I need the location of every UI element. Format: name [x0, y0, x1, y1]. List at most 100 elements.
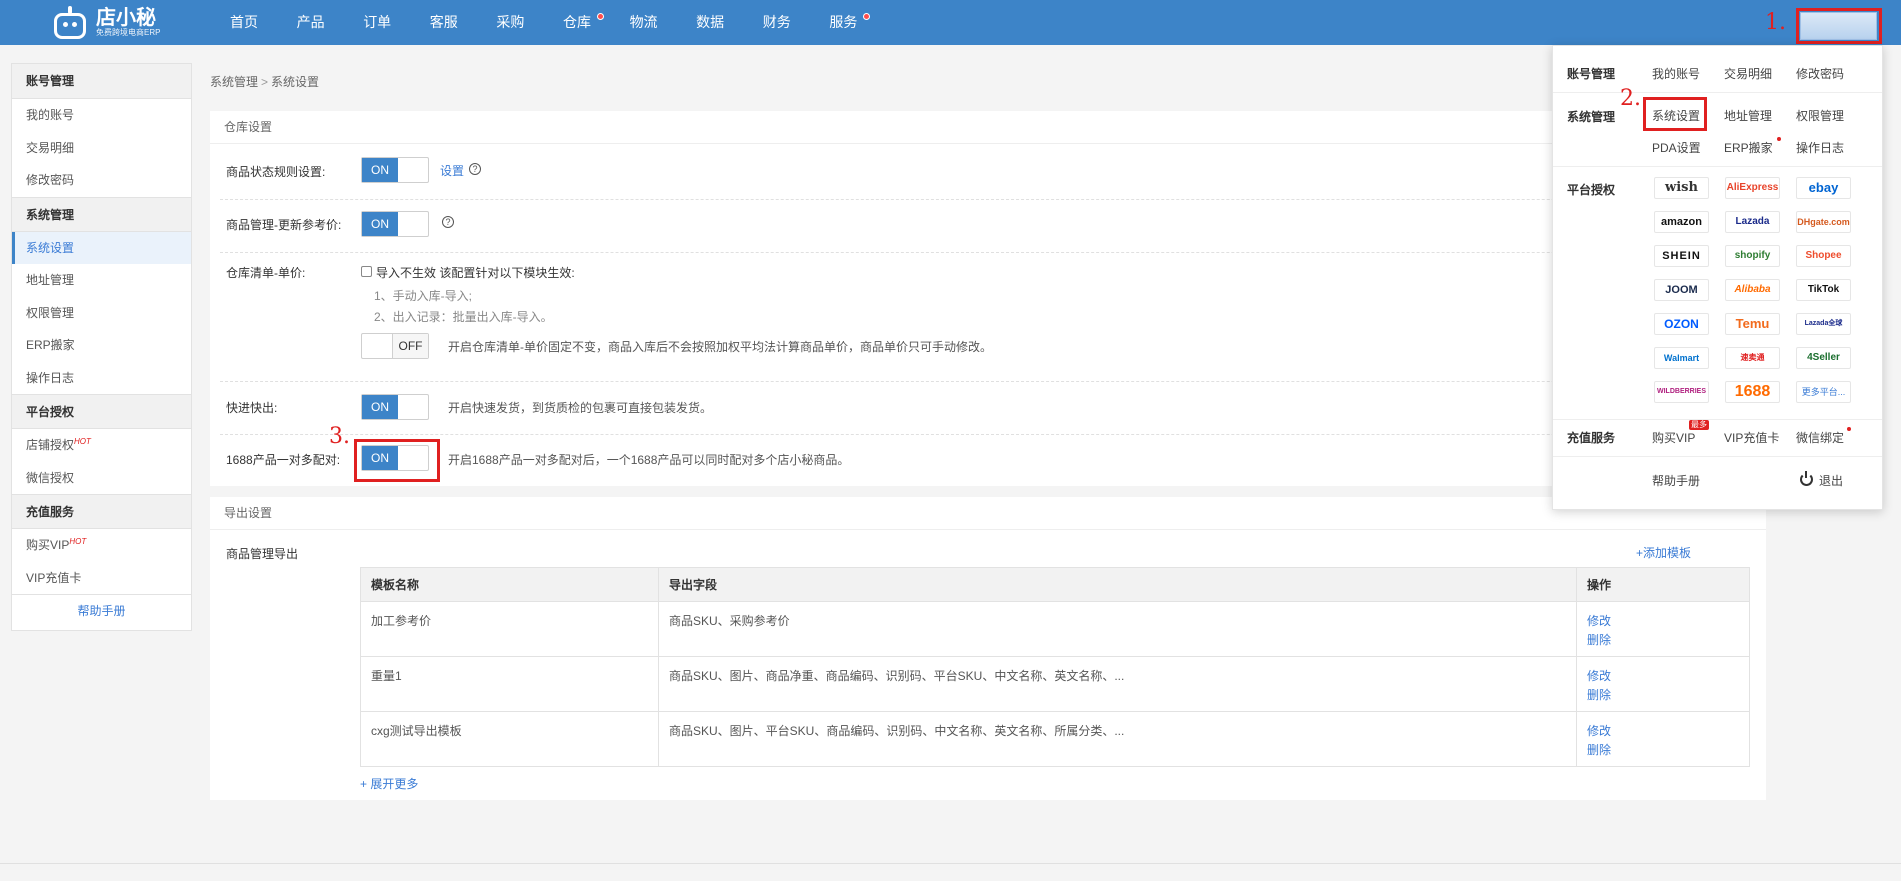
nav-home[interactable]: 首页: [230, 0, 297, 45]
dropdown-permissions[interactable]: 权限管理: [1796, 107, 1844, 124]
platform-shopify[interactable]: shopify: [1725, 245, 1780, 267]
import-not-effective-checkbox[interactable]: [361, 266, 372, 277]
delete-link[interactable]: 删除: [1587, 741, 1739, 760]
dropdown-change-password[interactable]: 修改密码: [1796, 65, 1844, 82]
dropdown-transactions[interactable]: 交易明细: [1724, 65, 1772, 82]
sidebar-group-system: 系统管理: [12, 196, 191, 232]
add-template-link[interactable]: +添加模板: [1636, 544, 1691, 561]
dropdown-pda-settings[interactable]: PDA设置: [1652, 139, 1701, 156]
platform-aliexpress[interactable]: AliExpress: [1725, 177, 1780, 199]
main-nav: 首页 产品 订单 客服 采购 仓库 物流 数据 财务 服务: [230, 0, 896, 45]
robot-logo-icon: [50, 5, 90, 41]
platform-temu[interactable]: Temu: [1725, 313, 1780, 335]
platform-shopee[interactable]: Shopee: [1796, 245, 1851, 267]
edit-link[interactable]: 修改: [1587, 667, 1739, 686]
platform-lazada[interactable]: Lazada: [1725, 211, 1780, 233]
dropdown-vip-card[interactable]: VIP充值卡: [1724, 429, 1779, 446]
sidebar-item-erp-migration[interactable]: ERP搬家: [12, 329, 191, 362]
expand-more-link[interactable]: + 展开更多: [360, 775, 418, 792]
nav-products[interactable]: 产品: [297, 0, 364, 45]
dropdown-operation-log[interactable]: 操作日志: [1796, 139, 1844, 156]
delete-link[interactable]: 删除: [1587, 631, 1739, 650]
sidebar-help-link[interactable]: 帮助手册: [12, 594, 191, 627]
settings-link[interactable]: 设置: [440, 162, 464, 179]
help-icon[interactable]: ?: [469, 163, 481, 175]
fast-in-out-switch[interactable]: ON: [361, 394, 429, 420]
platform-ebay[interactable]: ebay: [1796, 177, 1851, 199]
platform-joom[interactable]: JOOM: [1654, 279, 1709, 301]
nav-purchase[interactable]: 采购: [496, 0, 563, 45]
hot-badge: HOT: [74, 437, 91, 446]
module-note: 1、手动入库-导入;: [374, 289, 473, 303]
platform-4seller[interactable]: 4Seller: [1796, 347, 1851, 369]
help-icon[interactable]: ?: [442, 216, 454, 228]
platform-tiktok[interactable]: TikTok: [1796, 279, 1851, 301]
breadcrumb-parent[interactable]: 系统管理: [210, 75, 258, 89]
sidebar-item-permissions[interactable]: 权限管理: [12, 297, 191, 330]
platform-shein[interactable]: SHEIN: [1654, 245, 1709, 267]
sidebar-item-wechat-auth[interactable]: 微信授权: [12, 462, 191, 495]
setting-description: 开启快速发货，到货质检的包裹可直接包装发货。: [448, 401, 713, 415]
sidebar-item-operation-log[interactable]: 操作日志: [12, 362, 191, 395]
platform-more[interactable]: 更多平台...: [1796, 381, 1851, 403]
dropdown-erp-migration[interactable]: ERP搬家: [1724, 139, 1773, 156]
panel-title: 导出设置: [210, 497, 1766, 530]
dropdown-address[interactable]: 地址管理: [1724, 107, 1772, 124]
sidebar-item-buy-vip[interactable]: 购买VIPHOT: [12, 529, 191, 562]
notification-dot: [596, 13, 604, 20]
sidebar-item-transactions[interactable]: 交易明细: [12, 132, 191, 165]
sidebar-group-recharge: 充值服务: [12, 494, 191, 529]
unit-price-switch[interactable]: OFF: [361, 333, 429, 359]
platform-amazon[interactable]: amazon: [1654, 211, 1709, 233]
sidebar-item-my-account[interactable]: 我的账号: [12, 99, 191, 132]
logo-tagline: 免费跨境电商ERP: [96, 27, 161, 37]
platform-1688[interactable]: 1688: [1725, 381, 1780, 403]
nav-finance[interactable]: 财务: [763, 0, 830, 45]
nav-data[interactable]: 数据: [696, 0, 763, 45]
sidebar-item-vip-card[interactable]: VIP充值卡: [12, 562, 191, 595]
breadcrumb-separator: >: [261, 75, 269, 89]
user-dropdown-menu: 账号管理 我的账号 交易明细 修改密码 系统管理 系统设置 地址管理 权限管理 …: [1552, 45, 1883, 510]
dropdown-wechat-bind[interactable]: 微信绑定: [1796, 429, 1844, 446]
dropdown-buy-vip[interactable]: 购买VIP: [1652, 429, 1695, 446]
platform-aliexpress-cn[interactable]: 速卖通: [1725, 347, 1780, 369]
setting-label: 商品管理-更新参考价:: [226, 218, 342, 232]
highlight-box: [354, 439, 440, 482]
sidebar-item-address[interactable]: 地址管理: [12, 264, 191, 297]
platform-ozon[interactable]: OZON: [1654, 313, 1709, 335]
nav-services[interactable]: 服务: [829, 0, 896, 45]
breadcrumb: 系统管理 > 系统设置: [210, 73, 319, 90]
warehouse-settings-panel: 仓库设置 商品状态规则设置: ON 设置 ? 商品管理-更新参考价: ON ? …: [210, 111, 1766, 486]
module-note: 2、出入记录：批量出入库-导入。: [374, 310, 553, 324]
step-annotation: 3.: [329, 424, 350, 449]
table-row: 加工参考价 商品SKU、采购参考价 修改 删除: [360, 601, 1750, 657]
product-status-rule-switch[interactable]: ON: [361, 157, 429, 183]
nav-logistics[interactable]: 物流: [630, 0, 697, 45]
edit-link[interactable]: 修改: [1587, 722, 1739, 741]
dropdown-section-recharge: 充值服务: [1567, 431, 1616, 445]
update-reference-price-switch[interactable]: ON: [361, 211, 429, 237]
nav-warehouse[interactable]: 仓库: [563, 0, 630, 45]
sidebar-item-system-settings[interactable]: 系统设置: [12, 231, 191, 264]
platform-dhgate[interactable]: DHgate.com: [1796, 211, 1851, 233]
delete-link[interactable]: 删除: [1587, 686, 1739, 705]
platform-wildberries[interactable]: WILDBERRIES: [1654, 381, 1709, 403]
platform-lazada-global[interactable]: Lazada全球: [1796, 313, 1851, 335]
footer-divider: [0, 863, 1901, 864]
template-name: 加工参考价: [360, 601, 659, 657]
platform-alibaba[interactable]: Alibaba: [1725, 279, 1780, 301]
highlight-box: [1643, 97, 1707, 131]
dropdown-my-account[interactable]: 我的账号: [1652, 65, 1700, 82]
platform-wish[interactable]: wish: [1654, 177, 1709, 199]
sidebar-item-change-password[interactable]: 修改密码: [12, 164, 191, 197]
logout-button[interactable]: 退出: [1799, 471, 1849, 488]
nav-service[interactable]: 客服: [430, 0, 497, 45]
sidebar-item-store-auth[interactable]: 店铺授权HOT: [12, 429, 191, 462]
nav-orders[interactable]: 订单: [363, 0, 430, 45]
dropdown-help-manual[interactable]: 帮助手册: [1652, 472, 1700, 489]
platform-walmart[interactable]: Walmart: [1654, 347, 1709, 369]
breadcrumb-current: 系统设置: [271, 75, 320, 89]
edit-link[interactable]: 修改: [1587, 612, 1739, 631]
divider: [220, 381, 1760, 382]
logo[interactable]: 店小秘 免费跨境电商ERP: [50, 0, 160, 45]
